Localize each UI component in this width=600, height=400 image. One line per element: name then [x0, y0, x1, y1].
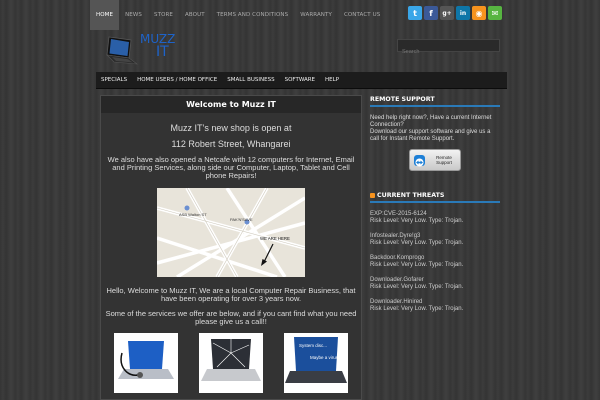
content-title: Welcome to Muzz IT [101, 96, 361, 113]
social-links: t f g+ in ◉ ✉ [408, 6, 502, 20]
remote-support-text: Need help right now?, Have a current Int… [370, 115, 492, 142]
map-label-we-are-here: WE ARE HERE [260, 236, 290, 241]
current-threats: CURRENT THREATS EXP:CVE-2015-6124 Risk L… [370, 192, 500, 313]
topnav-store[interactable]: Store [148, 0, 179, 30]
logo-line-2: IT [156, 44, 169, 60]
google-plus-icon[interactable]: g+ [440, 6, 454, 20]
remote-support-heading: REMOTE SUPPORT [370, 96, 500, 107]
location-map[interactable]: ASB Walton ST PAK'N'SAVE WE ARE HERE [157, 188, 305, 277]
mainnav-home-users[interactable]: Home Users / Home Office [132, 72, 222, 88]
virus-laptop-image: System disc... Maybe a virus [284, 333, 348, 393]
map-graphic: ASB Walton ST PAK'N'SAVE WE ARE HERE [157, 188, 305, 277]
services-text: Some of the services we offer are below,… [105, 309, 357, 326]
remote-support-label: Remote Support [436, 155, 452, 165]
threat-link[interactable]: Backdoor.Komprogo [370, 255, 500, 262]
service-thumb-virus-removal[interactable]: System disc... Maybe a virus [284, 333, 348, 393]
threat-item: Infostealer.Dyre!g3 Risk Level: Very Low… [370, 233, 500, 247]
threat-link[interactable]: Infostealer.Dyre!g3 [370, 233, 500, 240]
threat-item: Backdoor.Komprogo Risk Level: Very Low. … [370, 255, 500, 269]
mainnav-help[interactable]: Help [320, 72, 344, 88]
threat-link[interactable]: Downloader.Hinired [370, 299, 500, 306]
sidebar: REMOTE SUPPORT Need help right now?, Hav… [370, 96, 500, 313]
threat-risk: Risk Level: Very Low. Type: Trojan. [370, 240, 464, 246]
threat-risk: Risk Level: Very Low. Type: Trojan. [370, 218, 464, 224]
mainnav-small-business[interactable]: Small Business [222, 72, 279, 88]
broken-laptop-image [199, 333, 263, 393]
topnav-terms[interactable]: Terms and Conditions [211, 0, 295, 30]
main-nav: Specials Home Users / Home Office Small … [96, 72, 507, 89]
laptop-logo-icon [106, 36, 139, 65]
current-threats-title: CURRENT THREATS [377, 192, 445, 199]
service-thumb-diagnosis[interactable] [114, 333, 178, 393]
threat-item: EXP:CVE-2015-6124 Risk Level: Very Low. … [370, 211, 500, 225]
thumb-text-1: System disc... [299, 343, 327, 348]
linkedin-icon[interactable]: in [456, 6, 470, 20]
threat-item: Downloader.Gofarer Risk Level: Very Low.… [370, 277, 500, 291]
twitter-icon[interactable]: t [408, 6, 422, 20]
threat-risk: Risk Level: Very Low. Type: Trojan. [370, 306, 464, 312]
threat-link[interactable]: EXP:CVE-2015-6124 [370, 211, 500, 218]
netcafe-text: We also have also opened a Netcafe with … [107, 155, 355, 180]
mainnav-software[interactable]: Software [280, 72, 320, 88]
topnav-about[interactable]: About [179, 0, 211, 30]
remote-support-button[interactable]: Remote Support [409, 149, 461, 171]
topnav-home[interactable]: Home [90, 0, 120, 30]
email-icon[interactable]: ✉ [488, 6, 502, 20]
topnav-news[interactable]: News [119, 0, 148, 30]
teamviewer-icon [414, 154, 425, 166]
shop-address: 112 Robert Street, Whangarei [171, 139, 291, 149]
current-threats-heading: CURRENT THREATS [370, 192, 500, 203]
search-input[interactable] [398, 46, 499, 58]
main-content: Welcome to Muzz IT Muzz IT’s new shop is… [100, 95, 362, 400]
service-thumbnails: System disc... Maybe a virus [114, 333, 348, 393]
threat-risk: Risk Level: Very Low. Type: Trojan. [370, 262, 464, 268]
topnav-warranty[interactable]: Warranty [294, 0, 338, 30]
map-label-paknsave: PAK'N'SAVE [230, 217, 253, 222]
mainnav-specials[interactable]: Specials [96, 72, 132, 88]
service-thumb-screen-repair[interactable] [199, 333, 263, 393]
remote-support-title: REMOTE SUPPORT [370, 96, 435, 103]
welcome-text: Hello, Welcome to Muzz IT, We are a loca… [106, 286, 356, 303]
threat-item: Downloader.Hinired Risk Level: Very Low.… [370, 299, 500, 313]
rss-icon[interactable]: ◉ [472, 6, 486, 20]
threat-risk: Risk Level: Very Low. Type: Trojan. [370, 284, 464, 290]
laptop-stethoscope-image [114, 333, 178, 393]
logo-text: MUZZ IT [140, 33, 175, 60]
thumb-text-2: Maybe a virus [310, 355, 339, 360]
top-nav: Home News Store About Terms and Conditio… [90, 0, 386, 30]
rss-small-icon[interactable] [370, 193, 375, 198]
shop-open-text: Muzz IT’s new shop is open at [170, 123, 292, 133]
search-box [397, 39, 500, 58]
topnav-contact[interactable]: Contact Us [338, 0, 386, 30]
map-label-asb: ASB Walton ST [179, 212, 207, 217]
site-logo[interactable]: MUZZ IT [100, 30, 190, 74]
facebook-icon[interactable]: f [424, 6, 438, 20]
threat-link[interactable]: Downloader.Gofarer [370, 277, 500, 284]
